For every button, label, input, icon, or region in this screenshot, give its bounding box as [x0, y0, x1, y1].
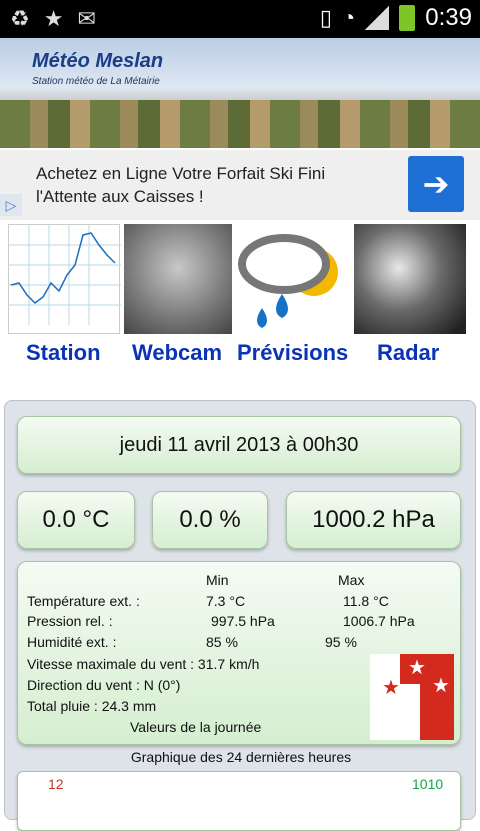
graph-left-axis-value: 12: [48, 776, 64, 792]
weather-panel: jeudi 11 avril 2013 à 00h30 0.0 °C 0.0 %…: [4, 400, 476, 831]
svg-text:★: ★: [382, 675, 400, 699]
nav-webcam[interactable]: Webcam: [132, 340, 222, 366]
temperature-value: 0.0 °C: [17, 491, 135, 549]
nav-bar: Station Webcam Prévisions Radar: [0, 224, 480, 374]
ad-text-line1: Achetez en Ligne Votre Forfait Ski Fini: [36, 164, 326, 183]
stat-max: 11.8 °C: [343, 593, 389, 609]
date-display: jeudi 11 avril 2013 à 00h30: [17, 416, 461, 474]
landscape-image: [0, 100, 480, 148]
forecast-thumbnail[interactable]: [236, 224, 350, 334]
svg-text:★: ★: [432, 673, 450, 697]
site-banner[interactable]: Météo Meslan Station météo de La Métairi…: [0, 38, 480, 148]
graph-right-axis-value: 1010: [412, 776, 444, 792]
stat-min: 7.3 °C: [206, 593, 246, 609]
nav-station[interactable]: Station: [26, 340, 101, 366]
stat-min: 997.5 hPa: [211, 613, 275, 629]
station-chart-graphic: [9, 225, 121, 325]
ad-banner[interactable]: ▷ Achetez en Ligne Votre Forfait Ski Fin…: [0, 150, 480, 220]
recycle-icon: ♻: [10, 6, 30, 31]
adchoices-icon[interactable]: ▷: [0, 194, 22, 216]
wifi-icon: ◔: [341, 5, 356, 30]
nav-previsions[interactable]: Prévisions: [237, 340, 348, 366]
signal-icon: [365, 6, 390, 30]
stats-footer: Valeurs de la journée: [130, 719, 262, 735]
graph-title: Graphique des 24 dernières heures: [130, 749, 352, 765]
clock: 0:39: [425, 4, 472, 31]
arrow-right-icon[interactable]: ➔: [408, 156, 464, 212]
24h-graph[interactable]: 12 1010: [17, 771, 461, 831]
stat-label: Pression rel. :: [27, 613, 113, 629]
vibrate-icon: ▯: [319, 5, 332, 30]
status-bar: ♻ ★ ✉ ▯ ◔ 0:39: [0, 0, 480, 38]
radar-thumbnail[interactable]: [354, 224, 466, 334]
nav-radar[interactable]: Radar: [377, 340, 439, 366]
stat-label: Humidité ext. :: [27, 634, 117, 650]
daily-stats: Min Max Température ext. : 7.3 °C 11.8 °…: [17, 561, 461, 745]
total-rain: Total pluie : 24.3 mm: [27, 698, 157, 714]
humidity-value: 0.0 %: [152, 491, 268, 549]
max-header: Max: [338, 572, 365, 588]
mail-icon: ✉: [77, 6, 96, 31]
svg-text:★: ★: [408, 655, 426, 679]
coat-of-arms-image: ★ ★ ★: [370, 654, 454, 740]
rain-cloud-sun-icon: [238, 234, 338, 328]
wind-max: Vitesse maximale du vent : 31.7 km/h: [27, 656, 260, 672]
pressure-value: 1000.2 hPa: [286, 491, 461, 549]
ad-text: Achetez en Ligne Votre Forfait Ski Fini …: [36, 162, 325, 208]
ad-text-line2: l'Attente aux Caisses !: [36, 187, 204, 206]
station-chart-thumbnail[interactable]: [8, 224, 121, 334]
webcam-thumbnail[interactable]: [124, 224, 232, 334]
min-header: Min: [206, 572, 229, 588]
stat-label: Température ext. :: [27, 593, 140, 609]
battery-icon: [399, 5, 416, 31]
stat-max: 95 %: [325, 634, 357, 650]
stat-max: 1006.7 hPa: [343, 613, 415, 629]
star-icon: ★: [43, 6, 64, 31]
wind-direction: Direction du vent : N (0°): [27, 677, 181, 693]
site-subtitle: Station météo de La Métairie: [32, 76, 160, 87]
stat-min: 85 %: [206, 634, 238, 650]
site-title: Météo Meslan: [32, 50, 164, 72]
